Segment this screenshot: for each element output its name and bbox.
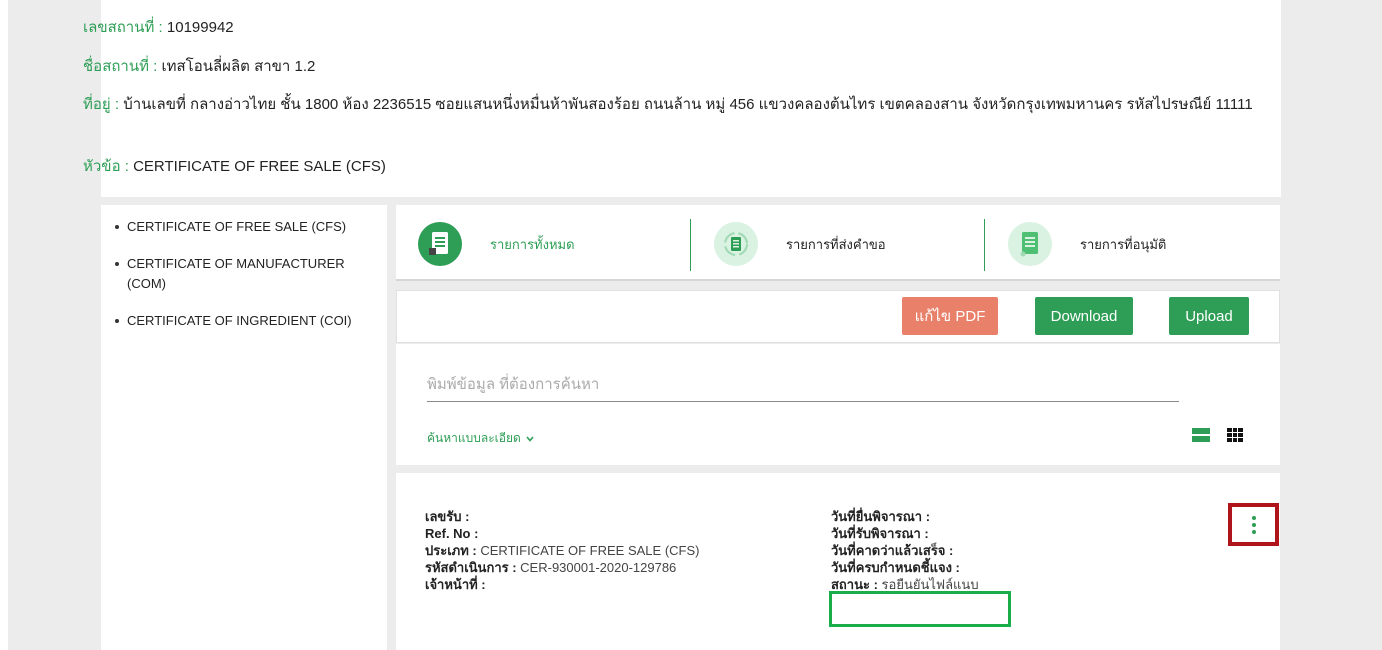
search-area: ค้นหาแบบละเอียด [396, 344, 1280, 465]
edit-pdf-button[interactable]: แก้ไข PDF [902, 297, 998, 335]
document-approved-icon [1008, 222, 1052, 266]
search-input[interactable] [427, 368, 1179, 402]
record-type: ประเภท : CERTIFICATE OF FREE SALE (CFS) [425, 543, 700, 558]
status-tab-bar: รายการทั้งหมด รายการที่ส่งคำขอ รายการที่… [396, 205, 1280, 281]
record-ref-no: Ref. No : [425, 526, 479, 541]
more-vertical-icon [1251, 515, 1256, 534]
document-icon [418, 222, 462, 266]
establishment-number: เลขสถานที่ : 10199942 [83, 19, 234, 36]
record-officer: เจ้าหน้าที่ : [425, 577, 486, 592]
download-button[interactable]: Download [1035, 297, 1133, 335]
tab-submitted[interactable]: รายการที่ส่งคำขอ [714, 216, 886, 272]
record-card: เลขรับ : Ref. No : ประเภท : CERTIFICATE … [396, 473, 1280, 650]
tab-divider [690, 219, 691, 271]
record-left-column: เลขรับ : Ref. No : ประเภท : CERTIFICATE … [425, 508, 699, 593]
record-clarify-due: วันที่ครบกำหนดชี้แจง : [831, 560, 960, 575]
establishment-name: ชื่อสถานที่ : เทสโอนลี่ผลิต สาขา 1.2 [83, 58, 316, 75]
category-item-com[interactable]: CERTIFICATE OF MANUFACTURER (COM) [115, 254, 365, 294]
record-expected-date: วันที่คาดว่าแล้วเสร็จ : [831, 543, 954, 558]
left-gutter [0, 0, 8, 650]
action-bar: แก้ไข PDF Download Upload [396, 290, 1280, 343]
record-receipt-no: เลขรับ : [425, 509, 470, 524]
establishment-info-card: เลขสถานที่ : 10199942 ชื่อสถานที่ : เทสโ… [83, 0, 1281, 197]
document-refresh-icon [714, 222, 758, 266]
category-item-coi[interactable]: CERTIFICATE OF INGREDIENT (COI) [115, 311, 365, 331]
grid-view-icon[interactable] [1227, 428, 1243, 442]
upload-button[interactable]: Upload [1169, 297, 1249, 335]
status-highlight-box [829, 591, 1011, 627]
tab-approved[interactable]: รายการที่อนุมัติ [1008, 216, 1166, 272]
chevron-down-icon [526, 435, 534, 442]
tab-all[interactable]: รายการทั้งหมด [418, 216, 575, 272]
establishment-topic: หัวข้อ : CERTIFICATE OF FREE SALE (CFS) [83, 158, 386, 175]
record-receive-date: วันที่รับพิจารณา : [831, 526, 929, 541]
right-gutter [1281, 0, 1382, 650]
advanced-search-toggle[interactable]: ค้นหาแบบละเอียด [427, 429, 534, 448]
record-submit-date: วันที่ยื่นพิจารณา : [831, 509, 931, 524]
establishment-address: ที่อยู่ : บ้านเลขที่ กลางอ่าวไทย ชั้น 18… [83, 96, 1253, 113]
category-item-cfs[interactable]: CERTIFICATE OF FREE SALE (CFS) [115, 217, 365, 237]
list-view-icon[interactable] [1192, 428, 1210, 442]
record-menu-button[interactable] [1228, 503, 1279, 546]
category-panel: CERTIFICATE OF FREE SALE (CFS) CERTIFICA… [101, 205, 387, 650]
record-process-code: รหัสดำเนินการ : CER-930001-2020-129786 [425, 560, 677, 575]
tab-divider [984, 219, 985, 271]
record-right-column: วันที่ยื่นพิจารณา : วันที่รับพิจารณา : ว… [831, 508, 979, 593]
